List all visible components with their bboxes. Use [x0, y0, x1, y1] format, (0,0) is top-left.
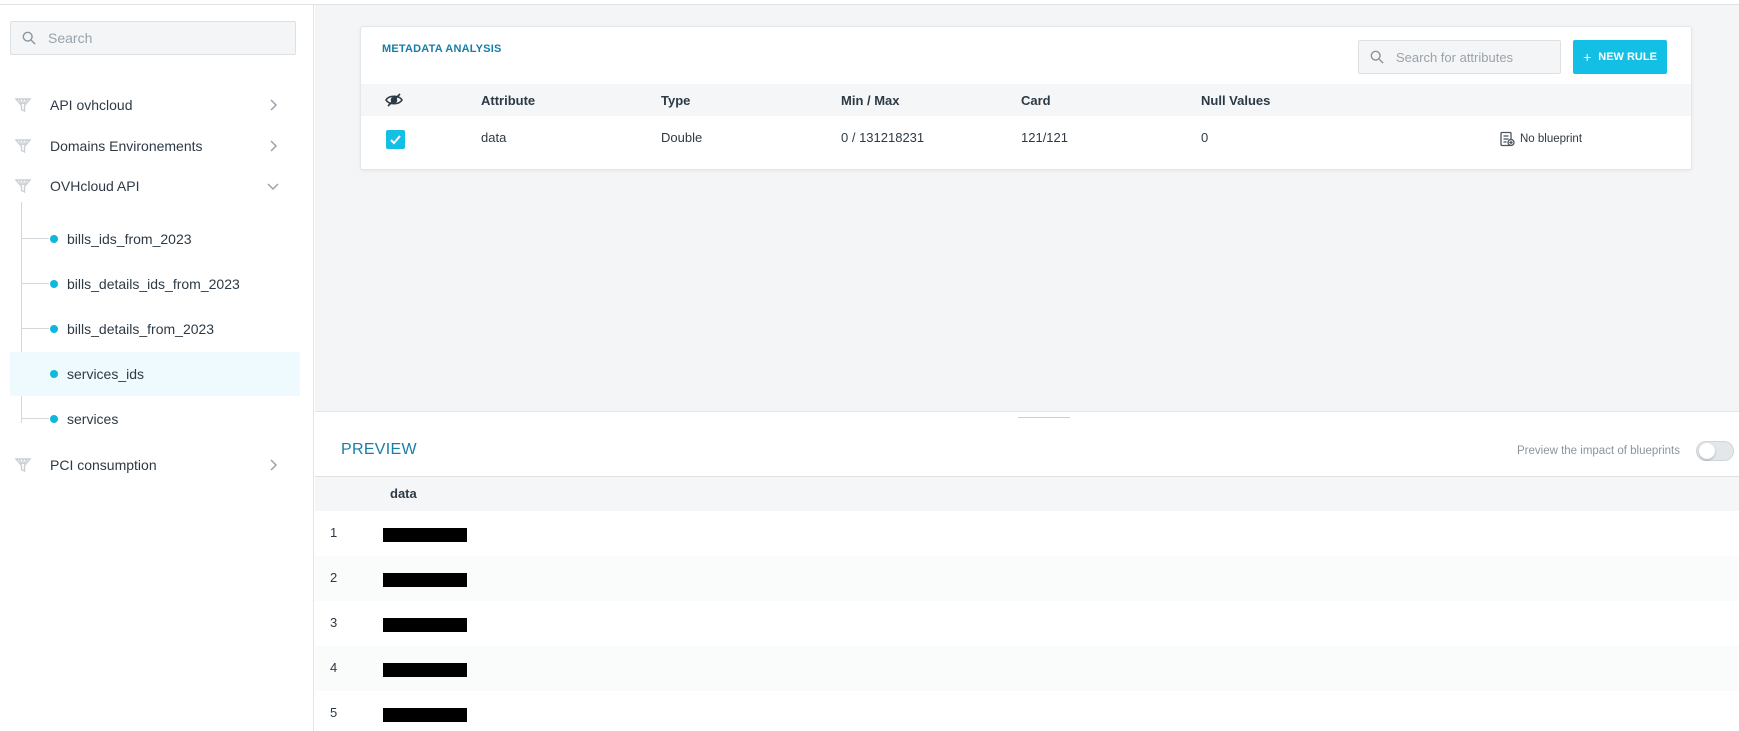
attribute-checkbox[interactable] — [386, 130, 405, 149]
redacted-value — [383, 618, 467, 632]
attribute-search[interactable] — [1358, 40, 1561, 74]
preview-panel: PREVIEW Preview the impact of blueprints… — [315, 419, 1739, 731]
tree-dataset-services-ids[interactable]: services_ids — [10, 352, 300, 396]
row-number: 5 — [330, 705, 338, 720]
tree-group-label: API ovhcloud — [50, 97, 133, 113]
search-icon — [1370, 50, 1384, 64]
table-row: 2 — [315, 556, 1739, 601]
new-rule-button[interactable]: + NEW RULE — [1573, 40, 1667, 74]
dataset-label: bills_ids_from_2023 — [67, 231, 192, 247]
redacted-value — [383, 708, 467, 722]
blueprint-icon — [1500, 131, 1515, 147]
preview-table-header: data — [315, 476, 1739, 511]
column-header[interactable]: Min / Max — [841, 93, 900, 108]
plus-icon: + — [1583, 49, 1592, 65]
tree-dataset-bills-details-ids-from-2023[interactable]: bills_details_ids_from_2023 — [10, 264, 300, 304]
preview-title: PREVIEW — [341, 441, 417, 458]
impact-toggle[interactable] — [1696, 441, 1734, 461]
null-values-cell: 0 — [1201, 130, 1209, 145]
blueprint-label: No blueprint — [1520, 133, 1583, 145]
redacted-value — [383, 663, 467, 677]
funnel-icon — [14, 458, 32, 473]
type-cell: Double — [661, 130, 703, 145]
dataset-dot — [50, 325, 58, 333]
table-row: 1 — [315, 511, 1739, 556]
table-row: 3 — [315, 601, 1739, 646]
tree-group-pci-consumption[interactable]: PCI consumption — [10, 445, 300, 485]
column-header[interactable]: Null Values — [1201, 93, 1270, 108]
tree-group-api-ovhcloud[interactable]: API ovhcloud — [10, 85, 300, 125]
metadata-card: METADATA ANALYSIS + NEW RULE Attribute T… — [360, 26, 1692, 170]
dataset-label: services_ids — [67, 366, 145, 382]
tree-group-ovhcloud-api[interactable]: OVHcloud API — [10, 166, 300, 206]
redacted-value — [383, 573, 467, 587]
row-number: 2 — [330, 570, 338, 585]
funnel-icon — [14, 139, 32, 154]
sidebar: API ovhcloud Domains Environements OVHcl… — [0, 5, 314, 731]
funnel-icon — [14, 98, 32, 113]
toggle-knob — [1699, 443, 1715, 459]
row-number: 3 — [330, 615, 338, 630]
blueprint-link[interactable]: No blueprint — [1499, 131, 1582, 147]
metadata-area: METADATA ANALYSIS + NEW RULE Attribute T… — [315, 5, 1739, 411]
search-input[interactable] — [48, 30, 268, 46]
chevron-right-icon[interactable] — [266, 139, 280, 153]
tree-group-label: PCI consumption — [50, 457, 157, 473]
table-row: data Double 0 / 131218231 121/121 0 — [361, 116, 1691, 160]
check-icon — [390, 135, 401, 145]
dataset-dot — [50, 235, 58, 243]
attribute-search-input[interactable] — [1396, 49, 1556, 65]
dataset-dot — [50, 415, 58, 423]
chevron-down-icon[interactable] — [266, 179, 280, 193]
column-header[interactable]: data — [390, 486, 417, 501]
funnel-icon — [14, 179, 32, 194]
dataset-dot — [50, 280, 58, 288]
dataset-dot — [50, 370, 58, 378]
dataset-label: bills_details_ids_from_2023 — [67, 276, 240, 292]
search-icon — [22, 31, 36, 45]
sidebar-search[interactable] — [10, 21, 296, 55]
tree-group-domains-environements[interactable]: Domains Environements — [10, 126, 300, 166]
chevron-right-icon[interactable] — [266, 458, 280, 472]
metadata-table-header: Attribute Type Min / Max Card Null Value… — [361, 84, 1691, 116]
table-row: 4 — [315, 646, 1739, 691]
new-rule-label: NEW RULE — [1598, 51, 1657, 63]
chevron-right-icon[interactable] — [266, 98, 280, 112]
metadata-title: METADATA ANALYSIS — [382, 43, 502, 55]
row-number: 4 — [330, 660, 338, 675]
tree-group-label: Domains Environements — [50, 138, 203, 154]
min-max-cell: 0 / 131218231 — [841, 130, 925, 145]
impact-toggle-label: Preview the impact of blueprints — [1517, 445, 1680, 457]
card-cell: 121/121 — [1021, 130, 1068, 145]
panel-splitter[interactable] — [315, 411, 1739, 421]
column-header[interactable]: Type — [661, 93, 690, 108]
dataset-label: services — [67, 411, 119, 427]
attribute-cell: data — [481, 130, 507, 145]
tree-group-label: OVHcloud API — [50, 178, 140, 194]
visibility-off-icon[interactable] — [385, 93, 403, 107]
tree-dataset-bills-details-from-2023[interactable]: bills_details_from_2023 — [10, 309, 300, 349]
table-row: 5 — [315, 691, 1739, 731]
row-number: 1 — [330, 525, 338, 540]
column-header[interactable]: Card — [1021, 93, 1051, 108]
column-header[interactable]: Attribute — [481, 93, 535, 108]
redacted-value — [383, 528, 467, 542]
tree-dataset-bills-ids-from-2023[interactable]: bills_ids_from_2023 — [10, 219, 300, 259]
dataset-label: bills_details_from_2023 — [67, 321, 215, 337]
tree-dataset-services[interactable]: services — [10, 399, 300, 439]
